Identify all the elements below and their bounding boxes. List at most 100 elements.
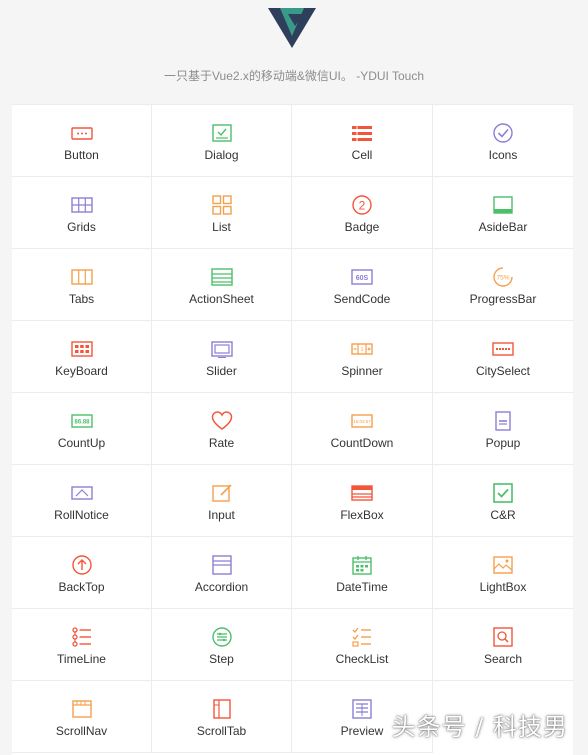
component-label: SendCode — [333, 292, 391, 306]
component-cell-countdown[interactable]: 15:03:57 CountDown — [292, 393, 433, 465]
cityselect-icon — [492, 338, 514, 360]
actionsheet-icon — [210, 266, 233, 288]
component-cell-cr[interactable]: C&R — [433, 465, 573, 537]
component-cell-search[interactable]: Search — [433, 609, 573, 681]
component-label: Dialog — [204, 148, 239, 162]
svg-text:2: 2 — [359, 199, 366, 213]
slider-icon — [210, 338, 233, 360]
component-cell-scrolltab[interactable]: ScrollTab — [152, 681, 292, 753]
cell-icon — [351, 122, 373, 144]
lightbox-icon — [492, 554, 514, 576]
keyboard-icon — [70, 338, 93, 360]
search-icon — [492, 626, 514, 648]
component-label: ProgressBar — [469, 292, 537, 306]
component-cell-cityselect[interactable]: CitySelect — [433, 321, 573, 393]
badge-icon: 2 — [351, 194, 373, 216]
rollnotice-icon — [70, 482, 93, 504]
component-grid: Button Dialog Cell Icons Grids List 2 Badge Asid… — [12, 104, 573, 755]
component-cell-step[interactable]: Step — [152, 609, 292, 681]
component-label: BackTop — [58, 580, 105, 594]
component-label: Step — [209, 652, 234, 666]
component-cell-rollnotice[interactable]: RollNotice — [12, 465, 152, 537]
component-cell-progressbar[interactable]: 75% ProgressBar — [433, 249, 573, 321]
scrolltab-icon — [211, 698, 233, 720]
component-cell-icons[interactable]: Icons — [433, 105, 573, 177]
component-label: Badge — [344, 220, 380, 234]
flexbox-icon — [351, 482, 373, 504]
list-icon — [211, 194, 233, 216]
component-cell-actionsheet[interactable]: ActionSheet — [152, 249, 292, 321]
component-label: C&R — [490, 508, 516, 522]
component-cell-backtop[interactable]: BackTop — [12, 537, 152, 609]
component-label: List — [212, 220, 231, 234]
component-label: DateTime — [336, 580, 388, 594]
spinner-icon: 1 — [351, 338, 373, 360]
svg-text:86.88: 86.88 — [74, 420, 90, 426]
svg-text:60S: 60S — [356, 275, 369, 282]
component-cell-popup[interactable]: Popup — [433, 393, 573, 465]
component-label: Slider — [206, 364, 237, 378]
component-label: Cell — [351, 148, 373, 162]
component-cell-datetime[interactable]: DateTime — [292, 537, 433, 609]
component-cell-rate[interactable]: Rate — [152, 393, 292, 465]
component-cell-asidebar[interactable]: AsideBar — [433, 177, 573, 249]
component-cell-badge[interactable]: 2 Badge — [292, 177, 433, 249]
component-cell-keyboard[interactable]: KeyBoard — [12, 321, 152, 393]
scrollnav-icon — [71, 698, 93, 720]
component-label: FlexBox — [340, 508, 384, 522]
backtop-icon — [71, 554, 93, 576]
countdown-icon: 15:03:57 — [351, 410, 373, 432]
component-label: LightBox — [479, 580, 527, 594]
component-cell-lightbox[interactable]: LightBox — [433, 537, 573, 609]
component-label: Grids — [67, 220, 96, 234]
component-cell-flexbox[interactable]: FlexBox — [292, 465, 433, 537]
svg-text:15:03:57: 15:03:57 — [353, 419, 371, 424]
component-label: ScrollNav — [55, 724, 108, 738]
component-cell-cell[interactable]: Cell — [292, 105, 433, 177]
component-label: Accordion — [194, 580, 249, 594]
step-icon — [211, 626, 233, 648]
component-cell-button[interactable]: Button — [12, 105, 152, 177]
component-label: RollNotice — [54, 508, 109, 522]
component-label: Icons — [488, 148, 518, 162]
component-cell-spinner[interactable]: 1 Spinner — [292, 321, 433, 393]
countup-icon: 86.88 — [70, 410, 93, 432]
component-cell-grids[interactable]: Grids — [12, 177, 152, 249]
timeline-icon — [71, 626, 93, 648]
component-label: Popup — [485, 436, 521, 450]
component-cell-accordion[interactable]: Accordion — [152, 537, 292, 609]
popup-icon — [492, 410, 514, 432]
button-icon — [70, 122, 93, 144]
progressbar-icon: 75% — [492, 266, 514, 288]
component-cell-sendcode[interactable]: 60S SendCode — [292, 249, 433, 321]
page-header: 一只基于Vue2.x的移动端&微信UI。 -YDUI Touch — [0, 0, 588, 104]
component-label: Spinner — [341, 364, 383, 378]
component-cell-scrollnav[interactable]: ScrollNav — [12, 681, 152, 753]
component-label: Button — [64, 148, 99, 162]
component-label: CountDown — [330, 436, 394, 450]
accordion-icon — [211, 554, 233, 576]
component-label: Tabs — [68, 292, 95, 306]
checklist-icon — [351, 626, 373, 648]
component-cell-dialog[interactable]: Dialog — [152, 105, 292, 177]
component-cell-slider[interactable]: Slider — [152, 321, 292, 393]
page-subtitle: 一只基于Vue2.x的移动端&微信UI。 -YDUI Touch — [163, 69, 425, 83]
component-label: KeyBoard — [55, 364, 108, 378]
asidebar-icon — [492, 194, 514, 216]
rate-icon — [211, 410, 233, 432]
component-cell-countup[interactable]: 86.88 CountUp — [12, 393, 152, 465]
component-cell-list[interactable]: List — [152, 177, 292, 249]
component-cell-timeline[interactable]: TimeLine — [12, 609, 152, 681]
component-label: CountUp — [57, 436, 106, 450]
component-cell-checklist[interactable]: CheckList — [292, 609, 433, 681]
component-label: CitySelect — [475, 364, 531, 378]
component-cell-tabs[interactable]: Tabs — [12, 249, 152, 321]
svg-text:75%: 75% — [496, 275, 509, 282]
tabs-icon — [70, 266, 93, 288]
grids-icon — [70, 194, 93, 216]
datetime-icon — [351, 554, 373, 576]
component-cell-input[interactable]: Input — [152, 465, 292, 537]
component-label: ScrollTab — [196, 724, 247, 738]
cr-icon — [492, 482, 514, 504]
watermark: 头条号 / 科技男 — [391, 713, 568, 741]
